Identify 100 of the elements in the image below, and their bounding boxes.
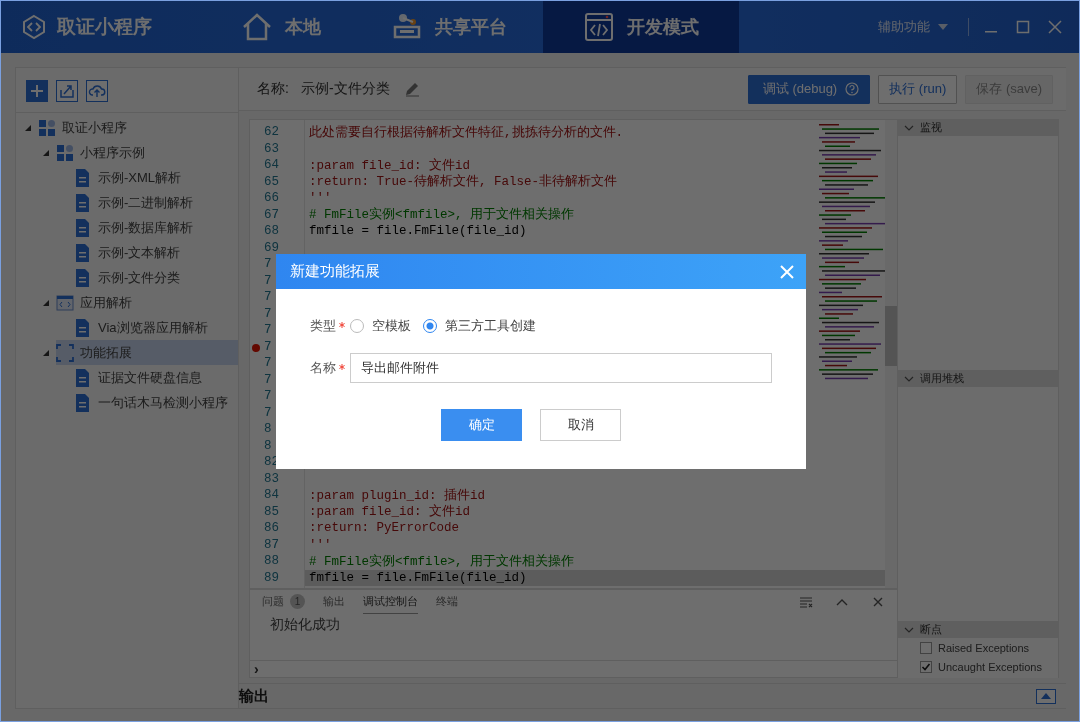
- tree-item[interactable]: 取证小程序: [38, 115, 238, 140]
- tree-item[interactable]: 示例-XML解析: [74, 165, 238, 190]
- line-number: 68: [264, 224, 279, 239]
- hexagon-logo-icon: [21, 14, 47, 40]
- document-icon: [74, 268, 92, 287]
- expanded-arrow-icon[interactable]: [42, 148, 50, 157]
- section-header[interactable]: 断点: [898, 621, 1058, 638]
- line-number: 8: [264, 438, 272, 453]
- line-number: 83: [264, 471, 279, 486]
- code-line: :param file_id: 文件id: [309, 157, 471, 174]
- expanded-arrow-icon[interactable]: [42, 348, 50, 357]
- debug-button[interactable]: 调试 (debug): [747, 74, 871, 104]
- maximize-icon[interactable]: [1015, 19, 1031, 35]
- document-icon: [74, 318, 92, 337]
- toolbar-button[interactable]: 执行 (run): [878, 74, 958, 104]
- scrollbar[interactable]: [885, 120, 897, 588]
- export-icon: [58, 82, 76, 100]
- section-header[interactable]: 调用堆栈: [898, 370, 1058, 387]
- breakpoint-dot[interactable]: [252, 343, 260, 352]
- code-line: :param file_id: 文件id: [309, 503, 471, 521]
- line-number: 84: [264, 488, 279, 503]
- help-icon: [845, 82, 860, 96]
- dialog-title: 新建功能拓展: [290, 262, 380, 281]
- line-number: 69: [264, 240, 279, 255]
- tree-item[interactable]: 证据文件硬盘信息: [74, 365, 238, 390]
- radio-label[interactable]: 第三方工具创建: [445, 317, 536, 335]
- code-window-icon: [583, 11, 615, 43]
- line-number: 64: [264, 158, 279, 173]
- assist-menu[interactable]: 辅助功能: [878, 18, 948, 36]
- field-label: 名称: [310, 359, 336, 377]
- nav-tab[interactable]: 本地: [201, 1, 343, 53]
- line-number: 8: [264, 422, 272, 437]
- upload-button[interactable]: [86, 80, 108, 102]
- line-number: 7: [264, 405, 272, 420]
- cloud-upload-icon: [88, 82, 106, 100]
- chevron-down-icon: [904, 626, 914, 633]
- line-number: 7: [264, 372, 272, 387]
- tree-item[interactable]: 示例-文件分类: [74, 265, 238, 290]
- tree-item[interactable]: 示例-二进制解析: [74, 190, 238, 215]
- code-line: # FmFile实例<fmfile>, 用于文件相关操作: [309, 206, 575, 224]
- tree-item[interactable]: 小程序示例: [56, 140, 238, 165]
- console-prompt[interactable]: ›: [254, 662, 259, 676]
- name-value: 示例-文件分类: [300, 80, 390, 98]
- expand-button[interactable]: [1036, 688, 1056, 704]
- close-icon[interactable]: [871, 595, 885, 609]
- clear-list-icon[interactable]: [799, 595, 813, 609]
- line-number: 67: [264, 207, 279, 222]
- line-number: 7: [264, 257, 272, 272]
- document-icon: [74, 218, 92, 237]
- checkbox[interactable]: [920, 641, 932, 654]
- code-line: 此处需要自行根据待解析文件特征,挑拣待分析的文件.: [309, 124, 623, 141]
- tree-item[interactable]: 示例-文本解析: [74, 240, 238, 265]
- document-icon: [74, 168, 92, 187]
- document-icon: [74, 393, 92, 412]
- line-number: 7: [264, 339, 272, 354]
- app-title: 取证小程序: [57, 15, 152, 39]
- tree-item[interactable]: Via浏览器应用解析: [74, 315, 238, 340]
- expanded-arrow-icon[interactable]: [42, 298, 50, 307]
- line-number: 87: [264, 537, 279, 552]
- document-icon: [74, 193, 92, 212]
- export-button[interactable]: [56, 80, 78, 102]
- checkbox[interactable]: [920, 660, 932, 673]
- document-icon: [74, 368, 92, 387]
- line-number: 7: [264, 389, 272, 404]
- code-line: fmfile = file.FmFile(file_id): [309, 570, 527, 585]
- confirm-button[interactable]: 确定: [441, 409, 522, 441]
- nav-tab[interactable]: 开发模式: [543, 1, 739, 53]
- plus-icon: [28, 82, 46, 100]
- line-number: 62: [264, 125, 279, 140]
- line-number: 88: [264, 554, 279, 569]
- close-icon[interactable]: [1047, 19, 1063, 35]
- close-icon[interactable]: [780, 264, 794, 279]
- chevron-down-icon: [904, 375, 914, 382]
- cancel-button[interactable]: 取消: [540, 409, 621, 441]
- chevron-down-icon: [904, 124, 914, 131]
- tree-item[interactable]: 应用解析: [56, 290, 238, 315]
- line-number: 7: [264, 323, 272, 338]
- radio-label[interactable]: 空模板: [372, 317, 411, 335]
- blocks-icon: [38, 118, 56, 137]
- code-line: :param plugin_id: 插件id: [309, 487, 486, 504]
- name-input[interactable]: 导出邮件附件: [350, 353, 772, 383]
- field-label: 类型: [310, 317, 336, 335]
- console-message: 初始化成功: [269, 615, 341, 634]
- scrollbar-thumb[interactable]: [885, 306, 897, 366]
- line-number: 86: [264, 521, 279, 536]
- radio-button[interactable]: [423, 319, 437, 333]
- tree-item[interactable]: 功能拓展: [56, 340, 238, 365]
- nav-tab[interactable]: 共享平台: [343, 1, 543, 53]
- add-button[interactable]: [26, 80, 48, 102]
- code-line: # FmFile实例<fmfile>, 用于文件相关操作: [309, 553, 575, 570]
- panel-tab[interactable]: 终端: [436, 590, 458, 614]
- code-line: :return: PyErrorCode: [309, 521, 460, 536]
- checkbox-label: Raised Exceptions: [938, 641, 1030, 654]
- panel-tab[interactable]: 调试控制台: [363, 590, 418, 614]
- expanded-arrow-icon[interactable]: [24, 123, 32, 132]
- output-title: 输出: [239, 686, 269, 706]
- section-header[interactable]: 监视: [898, 119, 1058, 136]
- code-line: ''': [309, 537, 332, 552]
- tree-item[interactable]: 示例-数据库解析: [74, 215, 238, 240]
- triangle-up-icon: [1041, 693, 1051, 699]
